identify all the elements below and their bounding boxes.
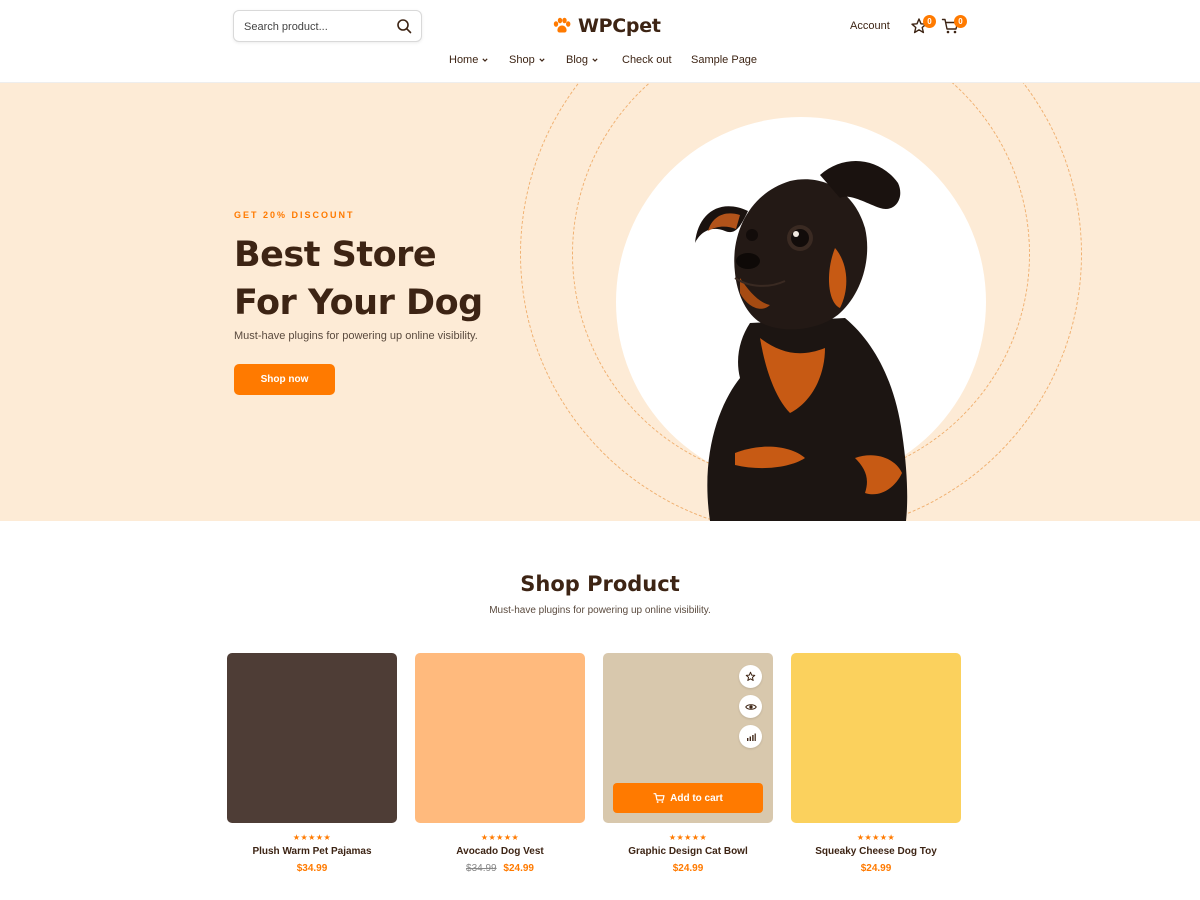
hero-eyebrow: GET 20% DISCOUNT <box>234 210 355 220</box>
product-price-current: $34.99 <box>296 863 328 874</box>
compare-button[interactable] <box>739 725 762 748</box>
search-input[interactable] <box>244 18 384 36</box>
product-card[interactable]: Add to cart ★★★★★ Graphic Design Cat Bow… <box>603 653 773 893</box>
nav-item-checkout[interactable]: Check out <box>622 54 672 66</box>
product-rating: ★★★★★ <box>292 833 332 842</box>
add-to-cart-button[interactable]: Add to cart <box>613 783 763 813</box>
product-image[interactable] <box>415 653 585 823</box>
product-name[interactable]: Squeaky Cheese Dog Toy <box>791 846 961 857</box>
wishlist-count-badge: 0 <box>923 15 936 28</box>
hero-banner: GET 20% DISCOUNT Best Store For Your Dog… <box>0 83 1200 521</box>
product-price: $34.99 $24.99 <box>415 863 585 874</box>
nav-item-sample-page[interactable]: Sample Page <box>691 54 757 66</box>
product-price: $34.99 <box>227 863 397 874</box>
product-card[interactable]: ★★★★★ Avocado Dog Vest $34.99 $24.99 <box>415 653 585 893</box>
shop-now-button[interactable]: Shop now <box>234 364 335 395</box>
section-title: Shop Product <box>520 572 680 596</box>
nav-item-label: Sample Page <box>691 54 758 66</box>
product-price-current: $24.99 <box>860 863 892 874</box>
nav-item-label: Blog <box>566 54 589 66</box>
product-image[interactable] <box>227 653 397 823</box>
product-price-current: $24.99 <box>503 863 534 874</box>
wishlist-button[interactable] <box>739 665 762 688</box>
compare-bars-icon <box>746 733 756 741</box>
product-price-old: $34.99 <box>466 863 497 874</box>
add-to-cart-label: Add to cart <box>670 792 723 804</box>
nav-item-label: Shop <box>509 54 535 66</box>
nav-item-home[interactable]: Home <box>449 54 488 66</box>
nav-item-label: Check out <box>622 54 672 66</box>
product-rating: ★★★★★ <box>856 833 896 842</box>
site-logo[interactable]: WPCpet <box>552 13 661 39</box>
chevron-down-icon <box>482 58 488 62</box>
search-icon[interactable] <box>396 18 412 34</box>
search-box[interactable] <box>233 10 422 42</box>
hero-subtitle: Must-have plugins for powering up online… <box>234 330 478 342</box>
product-name[interactable]: Plush Warm Pet Pajamas <box>227 846 397 857</box>
product-card[interactable]: ★★★★★ Squeaky Cheese Dog Toy $24.99 <box>791 653 961 893</box>
cart-icon <box>653 793 665 803</box>
paw-icon <box>553 17 571 33</box>
hero-title: Best Store For Your Dog <box>234 231 564 327</box>
section-subtitle: Must-have plugins for powering up online… <box>489 605 711 616</box>
nav-item-blog[interactable]: Blog <box>566 54 598 66</box>
product-name[interactable]: Avocado Dog Vest <box>415 846 585 857</box>
product-name[interactable]: Graphic Design Cat Bowl <box>603 846 773 857</box>
product-card[interactable]: ★★★★★ Plush Warm Pet Pajamas $34.99 <box>227 653 397 893</box>
chevron-down-icon <box>539 58 545 62</box>
hero-title-line: Best Store <box>234 235 437 275</box>
logo-text: WPCpet <box>578 15 661 37</box>
product-price: $24.99 <box>603 863 773 874</box>
cart-count-badge: 0 <box>954 15 967 28</box>
product-rating: ★★★★★ <box>480 833 520 842</box>
product-image[interactable] <box>791 653 961 823</box>
eye-icon <box>744 703 757 710</box>
account-link[interactable]: Account <box>850 20 890 32</box>
product-price-current: $24.99 <box>672 863 704 874</box>
nav-item-label: Home <box>449 54 479 66</box>
hero-title-line: For Your Dog <box>234 283 483 323</box>
product-price: $24.99 <box>791 863 961 874</box>
site-header: WPCpet Account 0 0 Home Shop Blog Check … <box>0 0 1200 83</box>
star-icon <box>745 671 756 681</box>
main-nav: Home Shop Blog Check out Sample Page <box>0 54 1200 70</box>
chevron-down-icon <box>592 58 598 62</box>
quick-view-button[interactable] <box>739 695 762 718</box>
nav-item-shop[interactable]: Shop <box>509 54 545 66</box>
dog-illustration <box>695 161 908 521</box>
product-rating: ★★★★★ <box>668 833 708 842</box>
